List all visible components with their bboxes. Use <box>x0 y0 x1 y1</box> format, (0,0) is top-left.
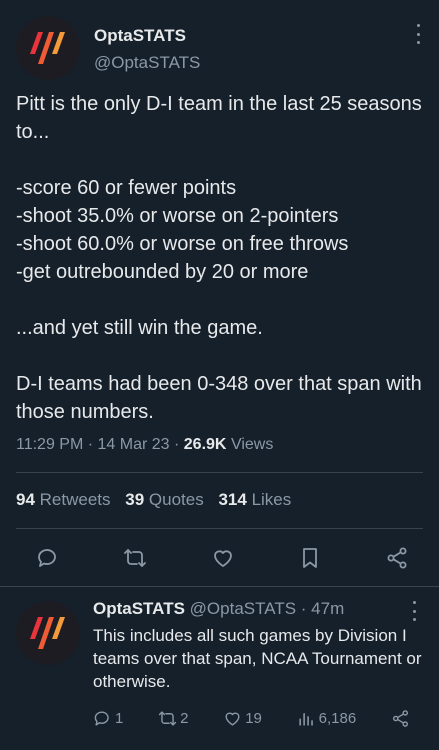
tweet-detail-page: OptaSTATS @OptaSTATS Pitt is the only D-… <box>0 0 439 750</box>
retweet-icon[interactable] <box>123 546 147 570</box>
like-icon <box>225 712 240 726</box>
reply-age[interactable]: 47m <box>311 599 344 618</box>
reply-icon[interactable] <box>36 546 60 570</box>
views-count: 26.9K <box>183 436 227 453</box>
view-count: 6,186 <box>318 709 357 727</box>
retweets-count[interactable]: 94 <box>16 490 35 509</box>
tweet-header: OptaSTATS @OptaSTATS <box>16 16 423 82</box>
tweet-date[interactable]: 14 Mar 23 <box>98 436 170 453</box>
tweet-meta: 11:29 PM · 14 Mar 23 · 26.9K Views <box>16 436 273 454</box>
quotes-count[interactable]: 39 <box>125 490 144 509</box>
reply-author-name[interactable]: OptaSTATS <box>93 599 185 618</box>
reply-author-handle[interactable]: @OptaSTATS <box>190 599 296 618</box>
author-name[interactable]: OptaSTATS <box>94 26 186 46</box>
views-label: Views <box>230 436 274 453</box>
more-options-icon[interactable] <box>409 601 419 621</box>
reply-tweet[interactable]: OptaSTATS @OptaSTATS · 47m This includes… <box>0 586 439 750</box>
reply-icon <box>94 710 109 726</box>
bookmark-icon[interactable] <box>298 546 322 570</box>
meta-separator: · <box>83 436 98 453</box>
reply-reply-button[interactable]: 1 <box>93 709 123 728</box>
opta-logo-icon <box>16 16 80 80</box>
likes-label[interactable]: Likes <box>252 490 292 509</box>
avatar[interactable] <box>16 16 80 80</box>
tweet-action-bar <box>16 538 423 578</box>
divider <box>16 528 423 529</box>
reply-views-button[interactable]: 6,186 <box>297 709 357 728</box>
meta-separator: · <box>169 436 184 453</box>
reply-retweet-button[interactable]: 2 <box>158 709 188 728</box>
author-handle[interactable]: @OptaSTATS <box>94 53 200 73</box>
reply-like-button[interactable]: 19 <box>223 709 262 728</box>
reply-separator: · <box>296 599 312 618</box>
tweet-text: Pitt is the only D-I team in the last 25… <box>16 93 422 423</box>
reply-count: 1 <box>115 709 124 727</box>
opta-logo-icon <box>16 601 80 665</box>
reply-action-bar: 1 2 19 6,186 <box>93 707 413 729</box>
reply-header: OptaSTATS @OptaSTATS · 47m <box>93 599 344 619</box>
retweet-count: 2 <box>180 709 189 727</box>
like-icon[interactable] <box>211 546 235 570</box>
avatar[interactable] <box>16 601 80 665</box>
share-icon <box>392 709 409 727</box>
retweets-label[interactable]: Retweets <box>40 490 111 509</box>
quotes-label[interactable]: Quotes <box>149 490 204 509</box>
more-options-icon[interactable] <box>413 24 423 44</box>
share-icon[interactable] <box>385 546 409 570</box>
views-icon <box>299 712 313 726</box>
engagement-stats: 94 Retweets 39 Quotes 314 Likes <box>16 490 301 510</box>
reply-text: This includes all such games by Division… <box>93 626 422 691</box>
retweet-icon <box>158 710 177 726</box>
tweet-time[interactable]: 11:29 PM <box>16 436 83 453</box>
likes-count[interactable]: 314 <box>218 490 246 509</box>
reply-share-button[interactable] <box>391 709 413 728</box>
divider <box>16 472 423 473</box>
like-count: 19 <box>245 709 262 727</box>
